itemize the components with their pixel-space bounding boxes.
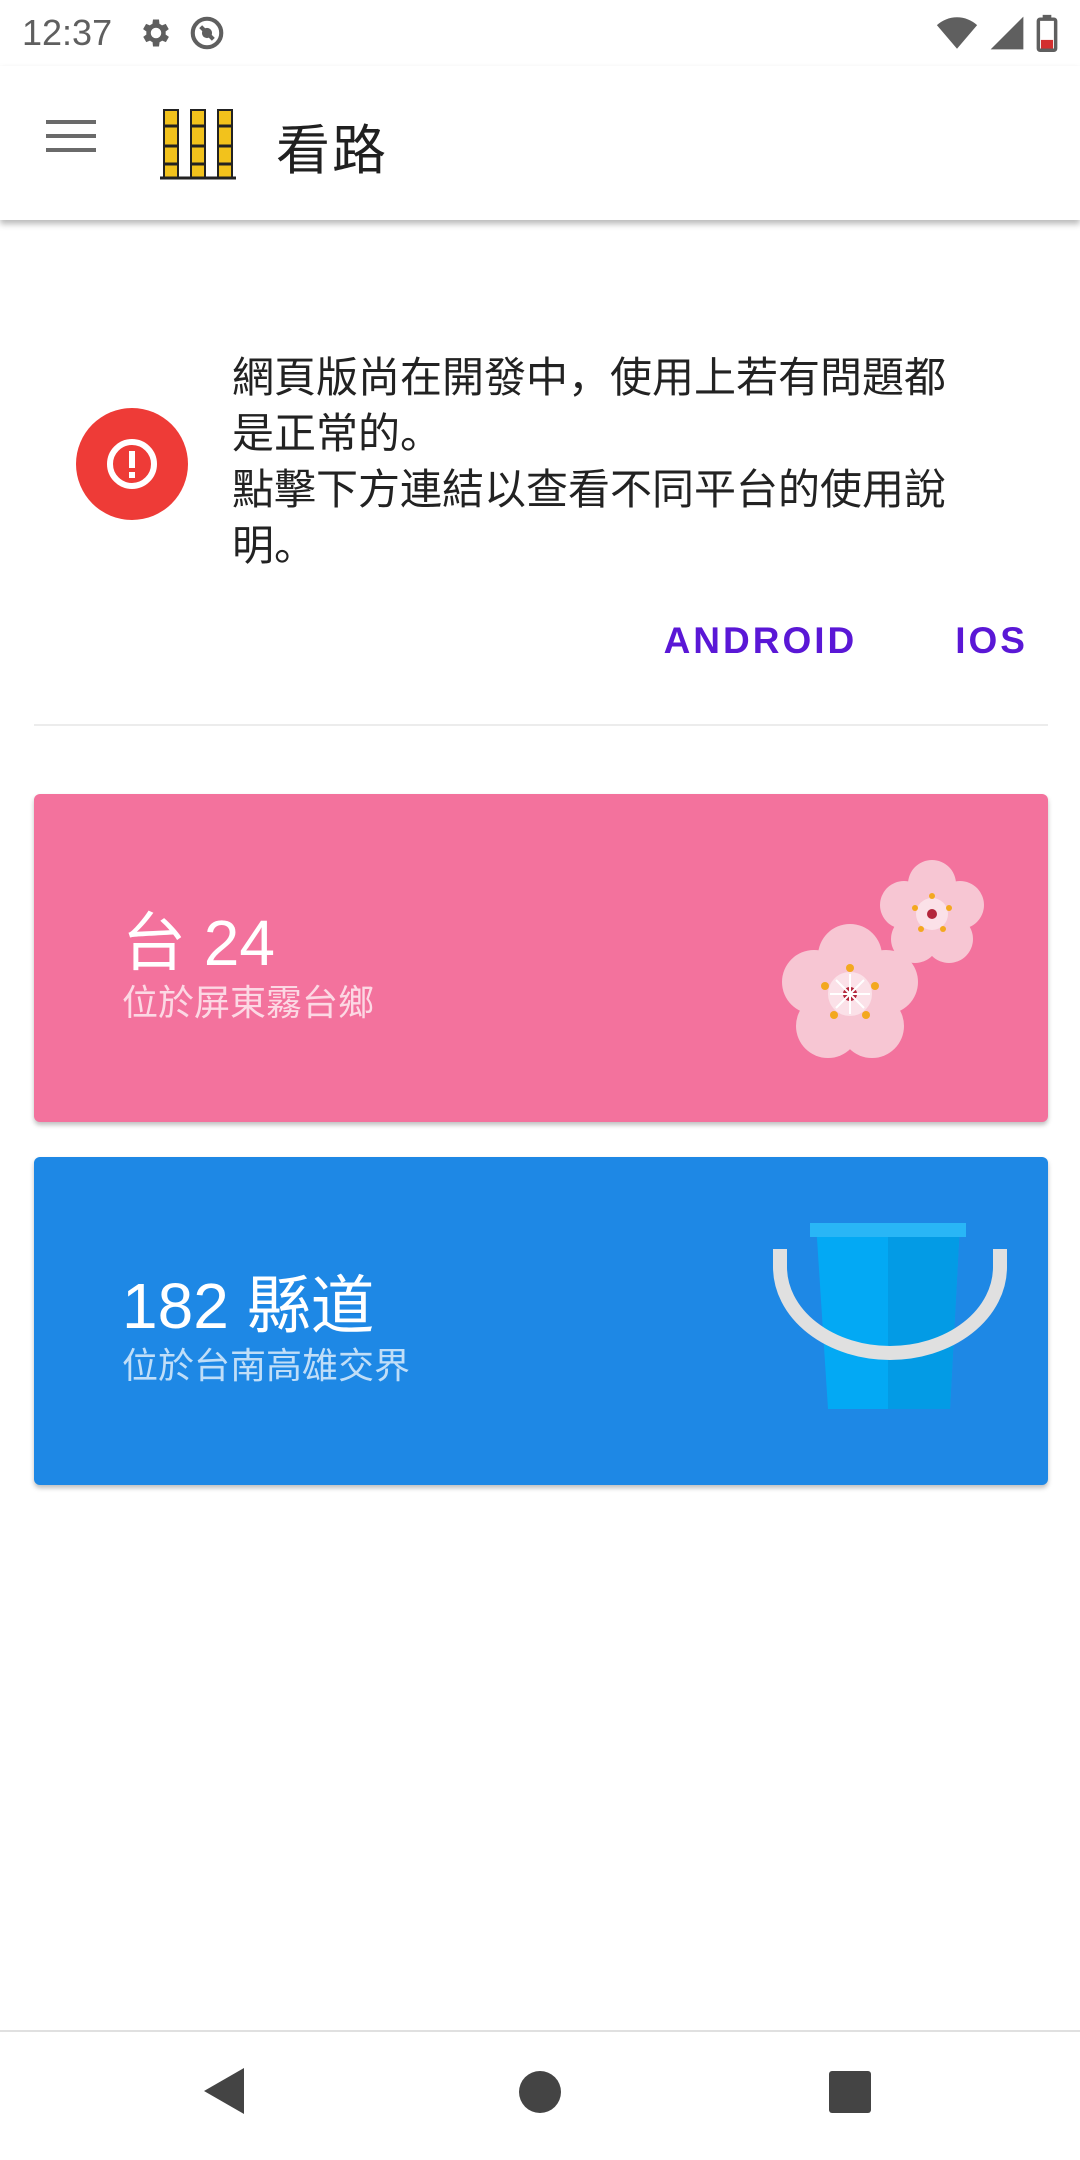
back-icon xyxy=(204,2068,244,2114)
banner-actions: ANDROID IOS xyxy=(664,620,1028,662)
home-icon xyxy=(519,2071,561,2113)
app-title: 看路 xyxy=(276,119,388,182)
recents-button[interactable] xyxy=(828,2070,872,2118)
recents-icon xyxy=(829,2071,871,2113)
alert-circle-icon xyxy=(76,408,188,520)
card-subtitle: 位於屏東霧台鄉 xyxy=(122,983,375,1024)
system-nav-bar xyxy=(0,2030,1080,2160)
do-not-disturb-icon xyxy=(190,16,224,50)
gear-icon xyxy=(143,19,169,47)
bucket-icon xyxy=(773,1223,1007,1409)
ios-link-button[interactable]: IOS xyxy=(955,620,1028,662)
dev-notice-banner: 網頁版尚在開發中，使用上若有問題都 是正常的。 點擊下方連結以查看不同平台的使用… xyxy=(0,220,1080,730)
card-title: 182 縣道 xyxy=(122,1270,375,1342)
back-button[interactable] xyxy=(200,2066,246,2120)
status-left: 12:37 xyxy=(22,12,226,54)
cellular-signal-icon xyxy=(990,16,1024,50)
home-button[interactable] xyxy=(518,2070,562,2118)
road-card-182[interactable]: 182 縣道 位於台南高雄交界 xyxy=(34,1157,1048,1485)
divider xyxy=(34,724,1048,726)
status-system-icons xyxy=(936,14,1058,52)
banner-message: 網頁版尚在開發中，使用上若有問題都 是正常的。 點擊下方連結以查看不同平台的使用… xyxy=(232,353,947,570)
wifi-icon xyxy=(936,17,978,49)
card-title: 台 24 xyxy=(122,907,275,979)
status-bar: 12:37 xyxy=(0,0,1080,66)
battery-icon xyxy=(1036,14,1058,52)
android-link-button[interactable]: ANDROID xyxy=(664,620,858,662)
cherry-blossom-icon xyxy=(782,860,984,1058)
app-bar: 看路 xyxy=(0,66,1080,220)
status-time: 12:37 xyxy=(22,12,113,53)
hamburger-menu-icon xyxy=(46,120,96,152)
card-subtitle: 位於台南高雄交界 xyxy=(122,1346,411,1387)
hamburger-menu-button[interactable] xyxy=(44,116,110,170)
road-card-tai-24[interactable]: 台 24 位於屏東霧台鄉 xyxy=(34,794,1048,1122)
status-notification-icons xyxy=(138,14,226,52)
bamboo-pipes-logo xyxy=(160,106,236,182)
